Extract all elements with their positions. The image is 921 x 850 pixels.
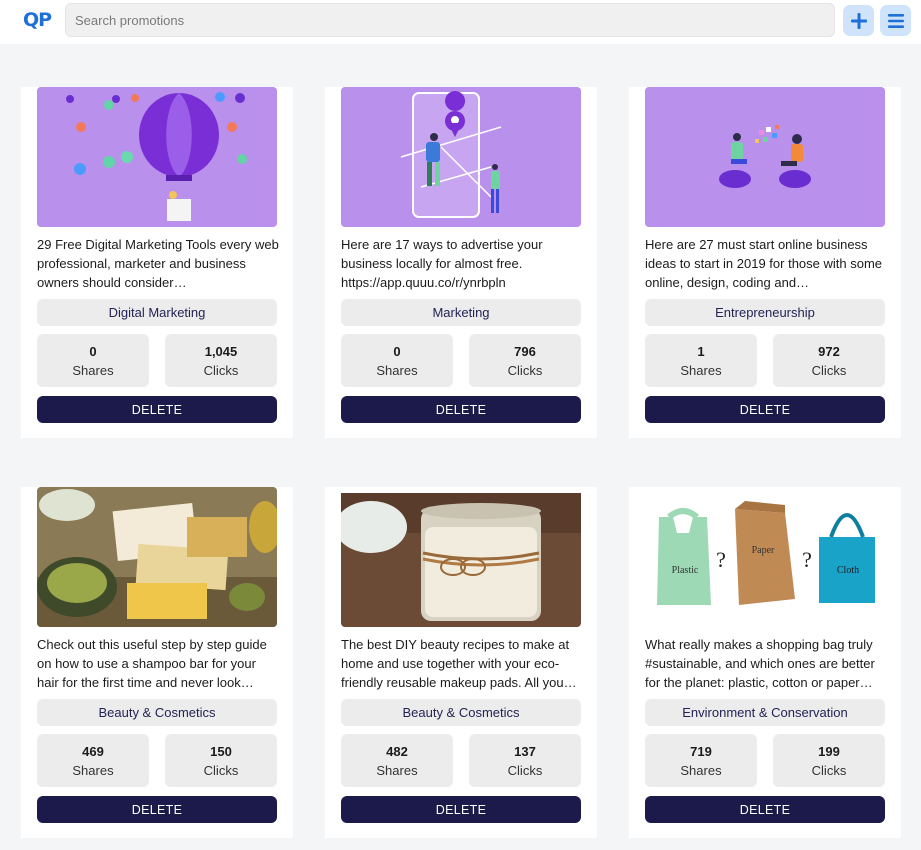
delete-button[interactable]: DELETE [37,396,277,423]
shares-stat: 469 Shares [37,734,149,787]
clicks-label: Clicks [203,363,239,378]
clicks-stat: 199 Clicks [773,734,885,787]
delete-button[interactable]: DELETE [645,796,885,823]
clicks-stat: 1,045 Clicks [165,334,277,387]
promotion-description: 29 Free Digital Marketing Tools every we… [37,237,279,290]
hamburger-menu-icon [887,13,904,28]
shares-stat: 0 Shares [37,334,149,387]
promotion-card: The best DIY beauty recipes to make at h… [325,487,597,838]
delete-button[interactable]: DELETE [341,796,581,823]
promotion-description: What really makes a shopping bag truly #… [645,637,875,690]
promotion-image: Plastic ? Paper ? Cloth [645,487,885,627]
shares-stat: 1 Shares [645,334,757,387]
shares-count: 1 [697,344,705,359]
top-bar: QP [0,0,921,44]
clicks-count: 796 [514,344,536,359]
delete-button[interactable]: DELETE [341,396,581,423]
add-promotion-button[interactable] [843,5,874,36]
category-tag: Beauty & Cosmetics [37,699,277,726]
promotion-card: Plastic ? Paper ? Cloth What really make… [629,487,901,838]
shares-label: Shares [376,363,418,378]
delete-button[interactable]: DELETE [645,396,885,423]
promotion-card: Check out this useful step by step guide… [21,487,293,838]
shares-stat: 0 Shares [341,334,453,387]
shares-label: Shares [72,363,114,378]
clicks-label: Clicks [507,363,543,378]
shares-stat: 719 Shares [645,734,757,787]
shares-count: 482 [386,744,408,759]
shares-label: Shares [680,363,722,378]
category-tag: Entrepreneurship [645,299,885,326]
promotion-description: Here are 17 ways to advertise your busin… [341,237,543,290]
shares-label: Shares [376,763,418,778]
shares-label: Shares [72,763,114,778]
clicks-stat: 796 Clicks [469,334,581,387]
clicks-stat: 972 Clicks [773,334,885,387]
clicks-stat: 150 Clicks [165,734,277,787]
clicks-label: Clicks [811,363,847,378]
delete-button[interactable]: DELETE [37,796,277,823]
promotion-image [645,87,885,227]
category-tag: Environment & Conservation [645,699,885,726]
app-logo[interactable]: QP [23,9,52,31]
promotion-image [37,487,277,627]
shares-label: Shares [680,763,722,778]
clicks-count: 150 [210,744,232,759]
shares-count: 719 [690,744,712,759]
shares-count: 0 [89,344,97,359]
promotion-description: Here are 27 must start online business i… [645,237,883,290]
clicks-count: 137 [514,744,536,759]
svg-text:?: ? [716,547,726,572]
shares-count: 0 [393,344,401,359]
promotion-card: Here are 27 must start online business i… [629,87,901,438]
shares-stat: 482 Shares [341,734,453,787]
menu-button[interactable] [880,5,911,36]
promotion-image [341,487,581,627]
plastic-bag-label: Plastic [672,565,699,576]
category-tag: Beauty & Cosmetics [341,699,581,726]
clicks-label: Clicks [203,763,239,778]
clicks-stat: 137 Clicks [469,734,581,787]
plus-icon [850,12,867,29]
promotion-image [37,87,277,227]
clicks-count: 1,045 [204,344,238,359]
paper-bag-label: Paper [752,545,775,556]
category-tag: Marketing [341,299,581,326]
promotion-image [341,87,581,227]
clicks-label: Clicks [811,763,847,778]
promotion-card: Here are 17 ways to advertise your busin… [325,87,597,438]
clicks-count: 972 [818,344,840,359]
promotion-description: The best DIY beauty recipes to make at h… [341,637,577,690]
shares-count: 469 [82,744,104,759]
cloth-bag-label: Cloth [837,565,859,576]
search-input[interactable] [65,3,835,37]
svg-text:?: ? [802,547,812,572]
promotion-card: 29 Free Digital Marketing Tools every we… [21,87,293,438]
clicks-count: 199 [818,744,840,759]
category-tag: Digital Marketing [37,299,277,326]
promotion-description: Check out this useful step by step guide… [37,637,267,690]
clicks-label: Clicks [507,763,543,778]
